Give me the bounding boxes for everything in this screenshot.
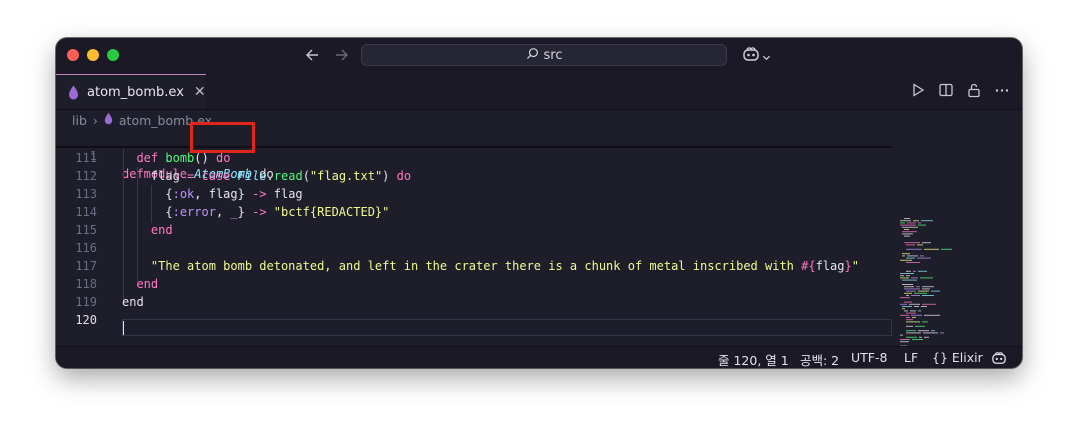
language-label: Elixir xyxy=(951,350,983,365)
text-cursor xyxy=(123,321,124,335)
close-window-button[interactable] xyxy=(67,49,79,61)
line-number: 112 xyxy=(75,169,97,183)
chevron-down-icon xyxy=(762,47,771,66)
line-number: 116 xyxy=(75,241,97,255)
tab-atom-bomb[interactable]: atom_bomb.ex ✕ xyxy=(56,74,206,109)
code-text: flag = case File.read("flag.txt") do xyxy=(150,169,412,183)
braces-icon: {} xyxy=(932,350,948,365)
current-line-highlight xyxy=(122,319,892,336)
sticky-scroll-line[interactable]: 1 defmodule AtomBomb do xyxy=(56,129,274,181)
title-bar: src xyxy=(56,38,1022,74)
annotation-highlight-box xyxy=(190,122,255,153)
editor-window: src atom_bomb.ex ✕ lib › atom_bomb.ex 1 … xyxy=(56,38,1022,368)
tab-close-icon[interactable]: ✕ xyxy=(194,84,206,100)
indentation-setting[interactable]: 공백: 2 xyxy=(800,350,839,368)
code-text: end xyxy=(122,295,144,309)
breadcrumb-folder[interactable]: lib xyxy=(72,113,87,128)
status-bar: 줄 120, 열 1 공백: 2 UTF-8 LF {} Elixir xyxy=(56,346,1022,368)
run-icon[interactable] xyxy=(910,82,926,98)
line-number: 120 xyxy=(75,313,97,327)
forward-arrow-icon[interactable] xyxy=(330,44,352,66)
elixir-file-icon xyxy=(68,85,79,100)
breadcrumb-separator: › xyxy=(92,112,98,128)
line-number: 118 xyxy=(75,277,97,291)
code-text: "The atom bomb detonated, and left in th… xyxy=(150,259,859,273)
language-mode[interactable]: {} Elixir xyxy=(932,350,983,365)
more-actions-icon[interactable] xyxy=(994,82,1010,98)
search-text: src xyxy=(543,47,563,63)
command-center-search[interactable]: src xyxy=(361,44,727,66)
maximize-window-button[interactable] xyxy=(107,49,119,61)
code-text: {:ok, flag} -> flag xyxy=(165,187,303,201)
search-icon xyxy=(526,47,539,64)
encoding[interactable]: UTF-8 xyxy=(851,350,887,365)
split-editor-icon[interactable] xyxy=(938,82,954,98)
editor-actions xyxy=(910,82,1010,98)
code-text: {:error, _} -> "bctf{REDACTED}" xyxy=(165,205,390,219)
tab-bar: atom_bomb.ex ✕ xyxy=(56,74,1022,110)
elixir-file-icon xyxy=(104,112,113,128)
back-arrow-icon[interactable] xyxy=(302,44,324,66)
tab-label: atom_bomb.ex xyxy=(87,84,184,100)
line-number: 115 xyxy=(75,223,97,237)
copilot-menu[interactable] xyxy=(742,46,774,66)
lock-icon[interactable] xyxy=(966,82,982,98)
copilot-status-icon[interactable] xyxy=(991,351,1007,368)
cursor-position[interactable]: 줄 120, 열 1 xyxy=(718,350,789,368)
copilot-icon xyxy=(742,46,760,66)
code-text: end xyxy=(150,223,173,237)
line-number: 114 xyxy=(75,205,97,219)
end-of-line[interactable]: LF xyxy=(904,350,918,365)
minimize-window-button[interactable] xyxy=(87,49,99,61)
code-editor[interactable]: 1 defmodule AtomBomb do 111 def bomb() d… xyxy=(56,128,1022,368)
line-number: 117 xyxy=(75,259,97,273)
code-text: end xyxy=(136,277,159,291)
line-number: 113 xyxy=(75,187,97,201)
line-number: 119 xyxy=(75,295,97,309)
sticky-scroll-separator xyxy=(56,146,892,148)
line-number: 111 xyxy=(75,151,97,165)
